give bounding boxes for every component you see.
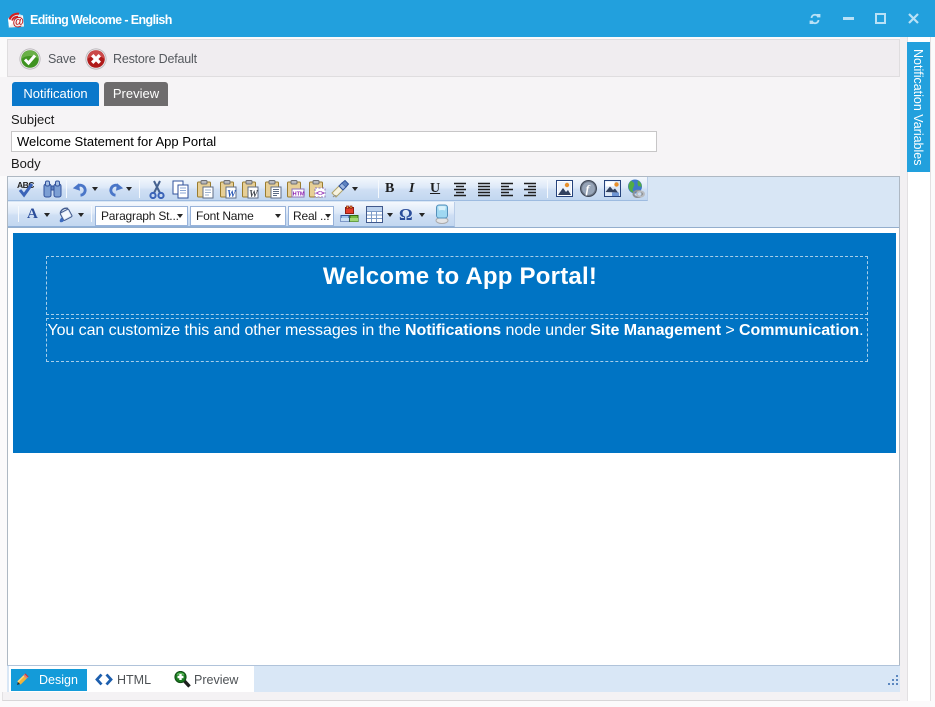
svg-text:W: W (249, 189, 259, 199)
svg-text:W: W (227, 189, 237, 199)
svg-text:@: @ (13, 17, 24, 29)
svg-text:HTML: HTML (293, 192, 305, 198)
svg-text:<>: <> (316, 191, 324, 198)
